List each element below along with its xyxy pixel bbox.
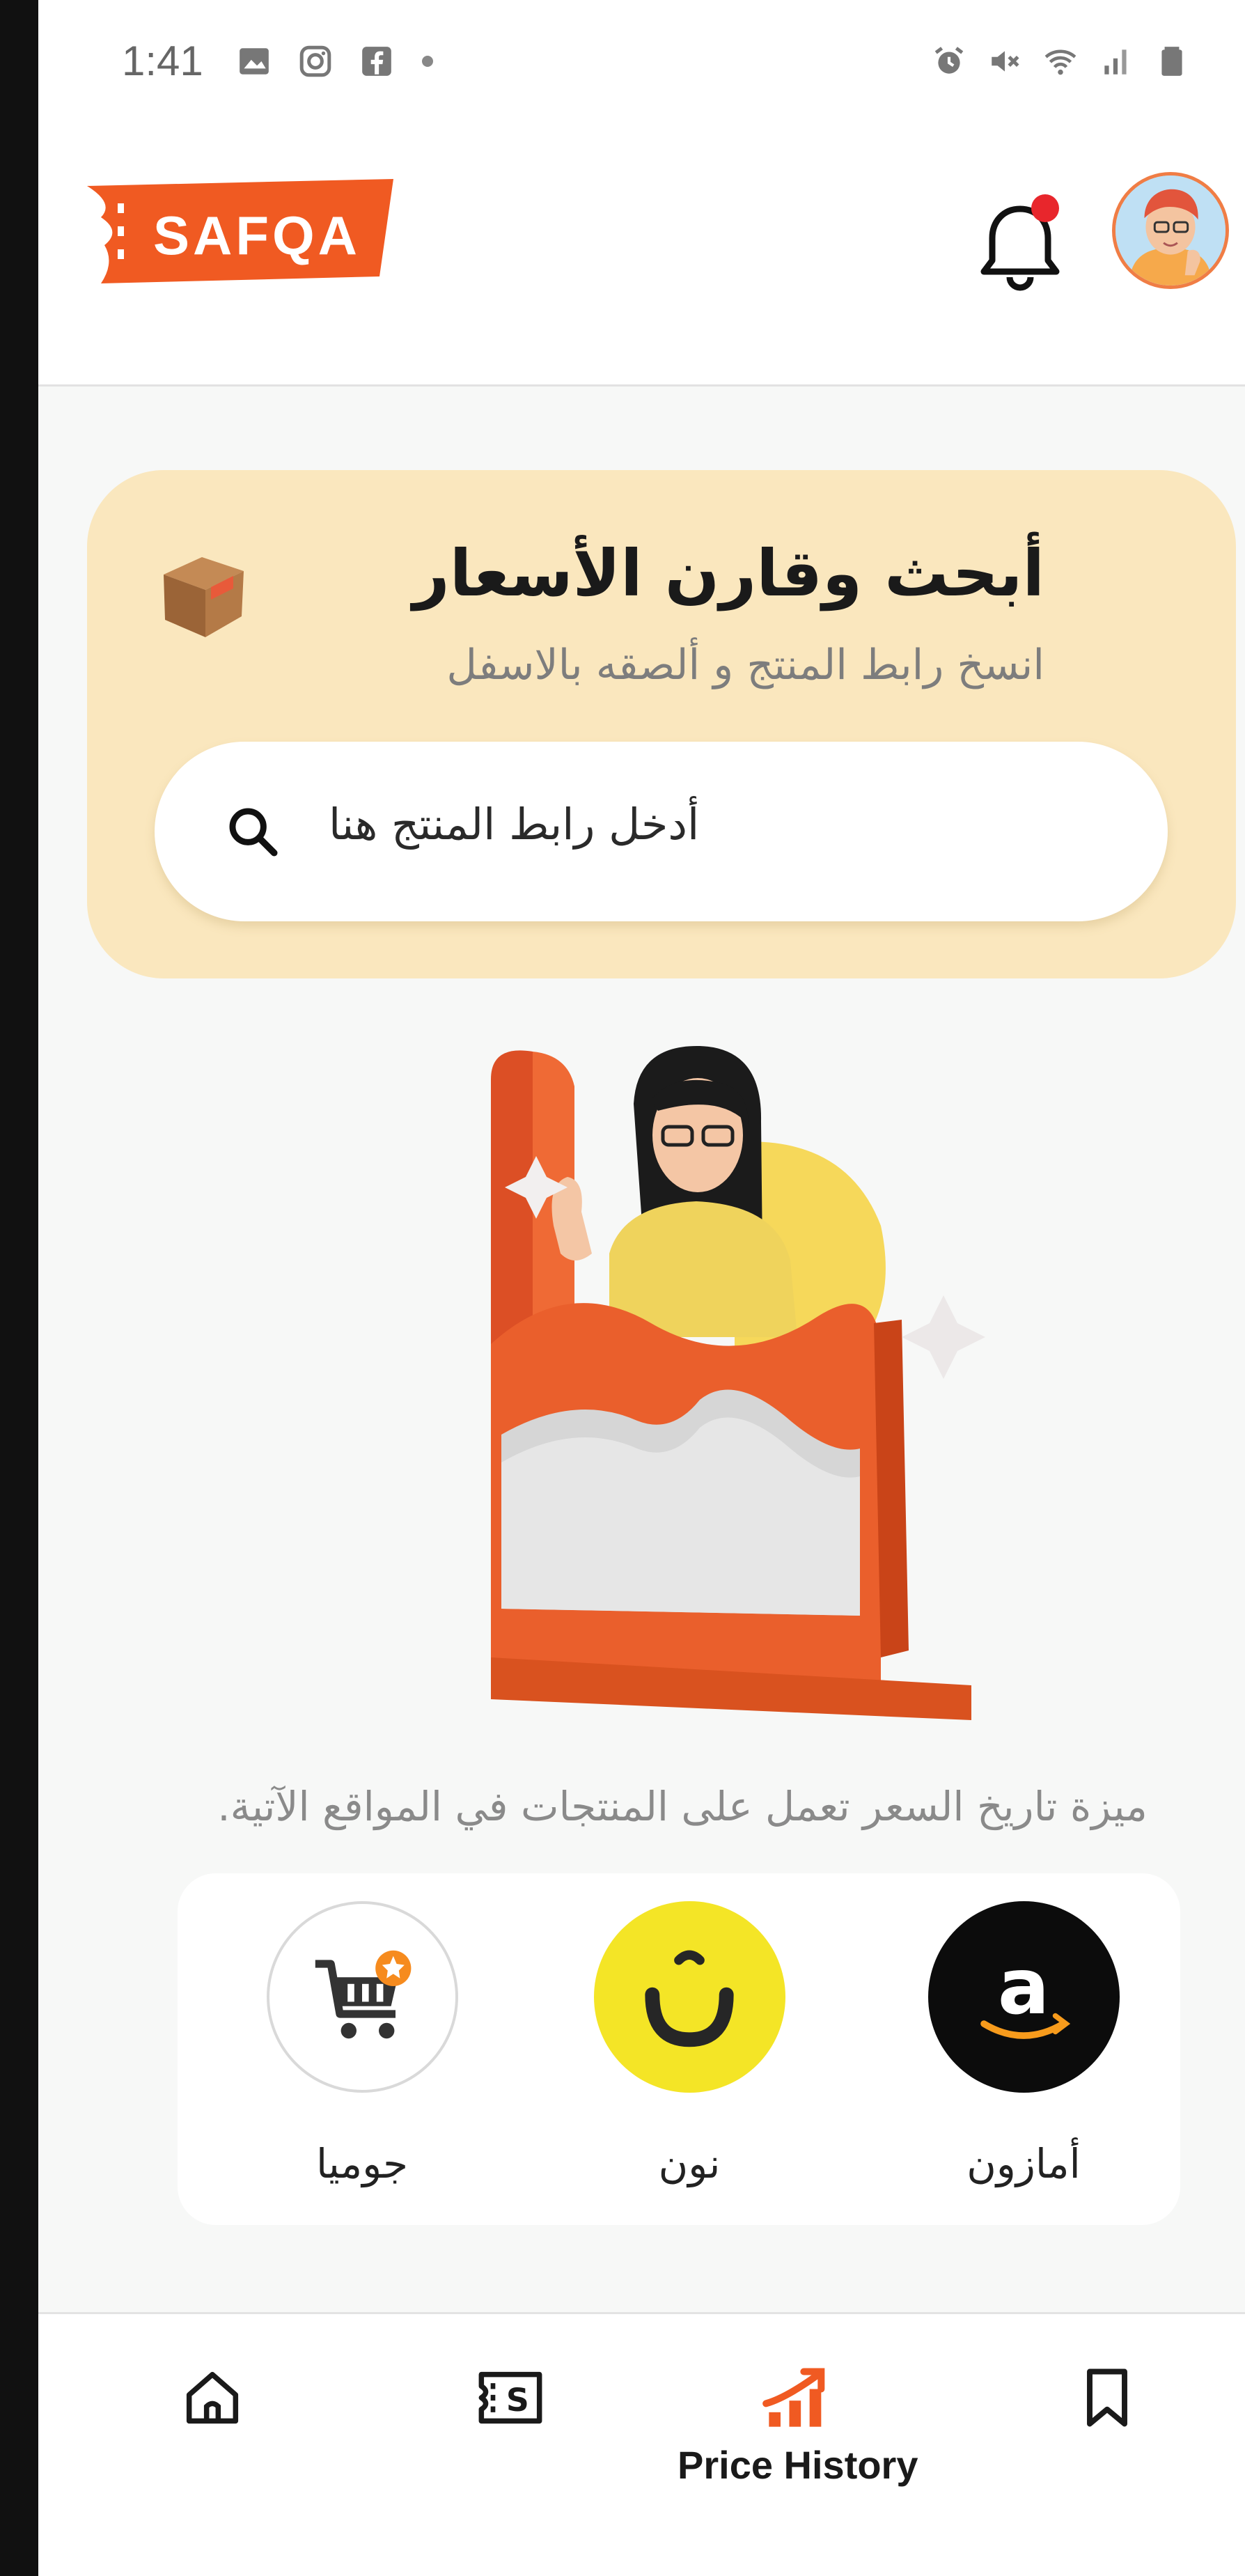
status-bar: 1:41	[38, 0, 1245, 122]
card-subtitle: انسخ رابط المنتج و ألصقه بالاسفل	[446, 641, 1044, 689]
svg-text:S: S	[506, 2381, 529, 2419]
site-noon[interactable]: نون	[585, 1901, 794, 2187]
search-icon[interactable]	[224, 803, 281, 860]
svg-text:a: a	[998, 1942, 1049, 2031]
signal-icon	[1104, 49, 1127, 75]
nav-price-history[interactable]: Price History	[678, 2363, 918, 2488]
alarm-icon	[934, 46, 964, 74]
price-history-icon	[762, 2368, 825, 2427]
battery-icon	[1161, 46, 1182, 76]
search-card: أبحث وقارن الأسعار انسخ رابط المنتج و أل…	[87, 470, 1236, 978]
notification-dot	[1031, 194, 1059, 222]
bookmark-icon	[1087, 2368, 1127, 2427]
site-label-amazon: أمازون	[966, 2140, 1081, 2187]
product-link-search-field[interactable]: أدخل رابط المنتج هنا	[155, 742, 1168, 921]
search-placeholder[interactable]: أدخل رابط المنتج هنا	[329, 799, 699, 850]
instagram-icon	[299, 45, 331, 77]
bottom-navigation: S Price History	[38, 2312, 1245, 2576]
amazon-logo: a	[927, 1901, 1120, 2093]
wifi-icon	[1044, 49, 1076, 75]
dot-icon	[421, 55, 433, 67]
card-title: أبحث وقارن الأسعار	[412, 536, 1044, 611]
gallery-icon	[239, 47, 269, 75]
package-box-icon	[164, 557, 244, 637]
device-frame	[0, 0, 38, 2576]
nav-coupons[interactable]: S	[472, 2363, 549, 2435]
nav-home[interactable]	[178, 2363, 247, 2435]
site-label-noon: نون	[658, 2140, 721, 2187]
logo-text: SAFQA	[153, 205, 361, 266]
site-jumia[interactable]: جوميا	[258, 1901, 467, 2187]
noon-logo	[593, 1901, 785, 2093]
notification-bell-icon[interactable]	[971, 192, 1069, 296]
app-header: SAFQA	[38, 122, 1245, 387]
jumia-logo	[266, 1901, 458, 2093]
facebook-icon	[361, 46, 391, 76]
user-avatar[interactable]	[1112, 172, 1229, 289]
nav-label-price-history: Price History	[678, 2443, 918, 2487]
home-icon	[186, 2371, 239, 2424]
site-amazon[interactable]: a أمازون	[919, 1901, 1128, 2187]
app-screen: 1:41 SAFQA أبحث وقارن الأسعار انسخ رابط …	[38, 0, 1245, 2576]
coupon-icon: S	[478, 2371, 542, 2424]
supported-sites-card: a أمازون نون جوميا	[178, 1873, 1180, 2225]
nav-saved[interactable]	[1072, 2363, 1142, 2435]
mute-icon	[992, 50, 1019, 72]
status-time: 1:41	[122, 38, 203, 84]
site-label-jumia: جوميا	[315, 2140, 409, 2187]
supported-sites-caption: ميزة تاريخ السعر تعمل على المنتجات في ال…	[217, 1783, 1148, 1830]
price-history-illustration	[491, 1045, 985, 1720]
